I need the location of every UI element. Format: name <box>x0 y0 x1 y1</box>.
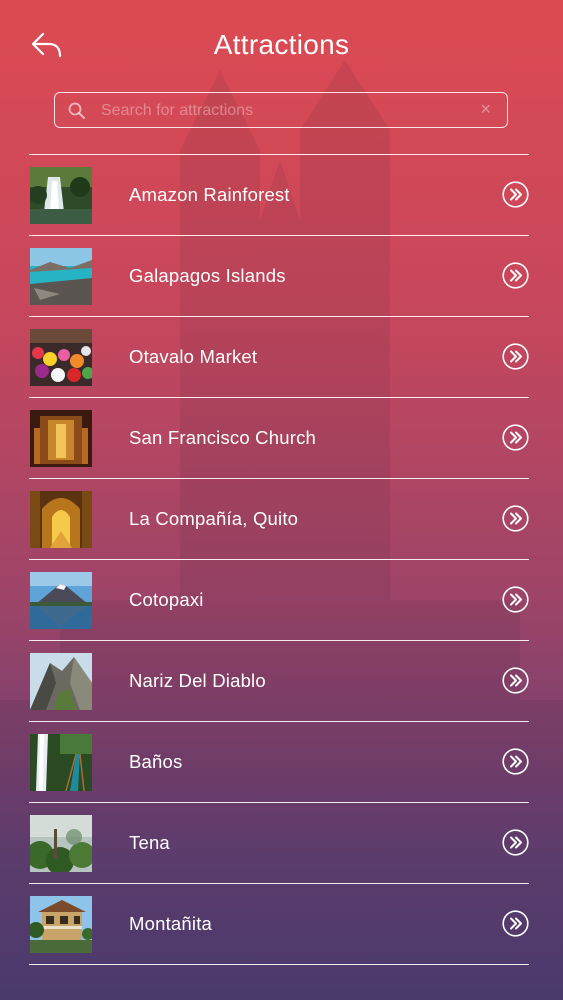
list-item[interactable]: Otavalo Market <box>29 317 529 398</box>
list-item[interactable]: Montañita <box>29 884 529 965</box>
attraction-label: San Francisco Church <box>129 427 317 448</box>
header: Attractions <box>0 0 563 90</box>
double-chevron-right-icon[interactable] <box>502 910 529 937</box>
attraction-thumbnail <box>30 491 92 548</box>
attraction-thumbnail <box>30 815 92 872</box>
attraction-label: La Compañía, Quito <box>129 508 299 529</box>
list-item[interactable]: Tena <box>29 803 529 884</box>
double-chevron-right-icon[interactable] <box>502 343 529 370</box>
attraction-thumbnail <box>30 896 92 953</box>
attraction-label: Baños <box>129 751 183 772</box>
search-input[interactable] <box>99 96 463 126</box>
double-chevron-right-icon[interactable] <box>502 667 529 694</box>
attraction-label: Cotopaxi <box>129 589 204 610</box>
double-chevron-right-icon[interactable] <box>502 181 529 208</box>
list-item[interactable]: Baños <box>29 722 529 803</box>
attraction-label: Otavalo Market <box>129 346 258 367</box>
attraction-thumbnail <box>30 329 92 386</box>
list-item[interactable]: La Compañía, Quito <box>29 479 529 560</box>
attraction-label: Tena <box>129 832 170 853</box>
search-icon <box>68 102 85 119</box>
list-item[interactable]: Nariz Del Diablo <box>29 641 529 722</box>
attraction-label: Montañita <box>129 913 213 934</box>
attractions-list: Amazon Rainforest Galapagos Islands Otaval… <box>29 154 529 965</box>
double-chevron-right-icon[interactable] <box>502 424 529 451</box>
double-chevron-right-icon[interactable] <box>502 748 529 775</box>
attraction-label: Galapagos Islands <box>129 265 286 286</box>
attraction-label: Nariz Del Diablo <box>129 670 266 691</box>
attraction-thumbnail <box>30 653 92 710</box>
attraction-label: Amazon Rainforest <box>129 184 290 205</box>
list-item[interactable]: Amazon Rainforest <box>29 155 529 236</box>
search-bar: × <box>54 92 508 128</box>
double-chevron-right-icon[interactable] <box>502 829 529 856</box>
attraction-thumbnail <box>30 572 92 629</box>
list-item[interactable]: San Francisco Church <box>29 398 529 479</box>
clear-search-button[interactable]: × <box>480 99 491 120</box>
double-chevron-right-icon[interactable] <box>502 505 529 532</box>
attraction-thumbnail <box>30 734 92 791</box>
attraction-thumbnail <box>30 248 92 305</box>
attraction-thumbnail <box>30 410 92 467</box>
attraction-thumbnail <box>30 167 92 224</box>
list-item[interactable]: Cotopaxi <box>29 560 529 641</box>
double-chevron-right-icon[interactable] <box>502 586 529 613</box>
double-chevron-right-icon[interactable] <box>502 262 529 289</box>
list-item[interactable]: Galapagos Islands <box>29 236 529 317</box>
page-title: Attractions <box>213 29 350 60</box>
